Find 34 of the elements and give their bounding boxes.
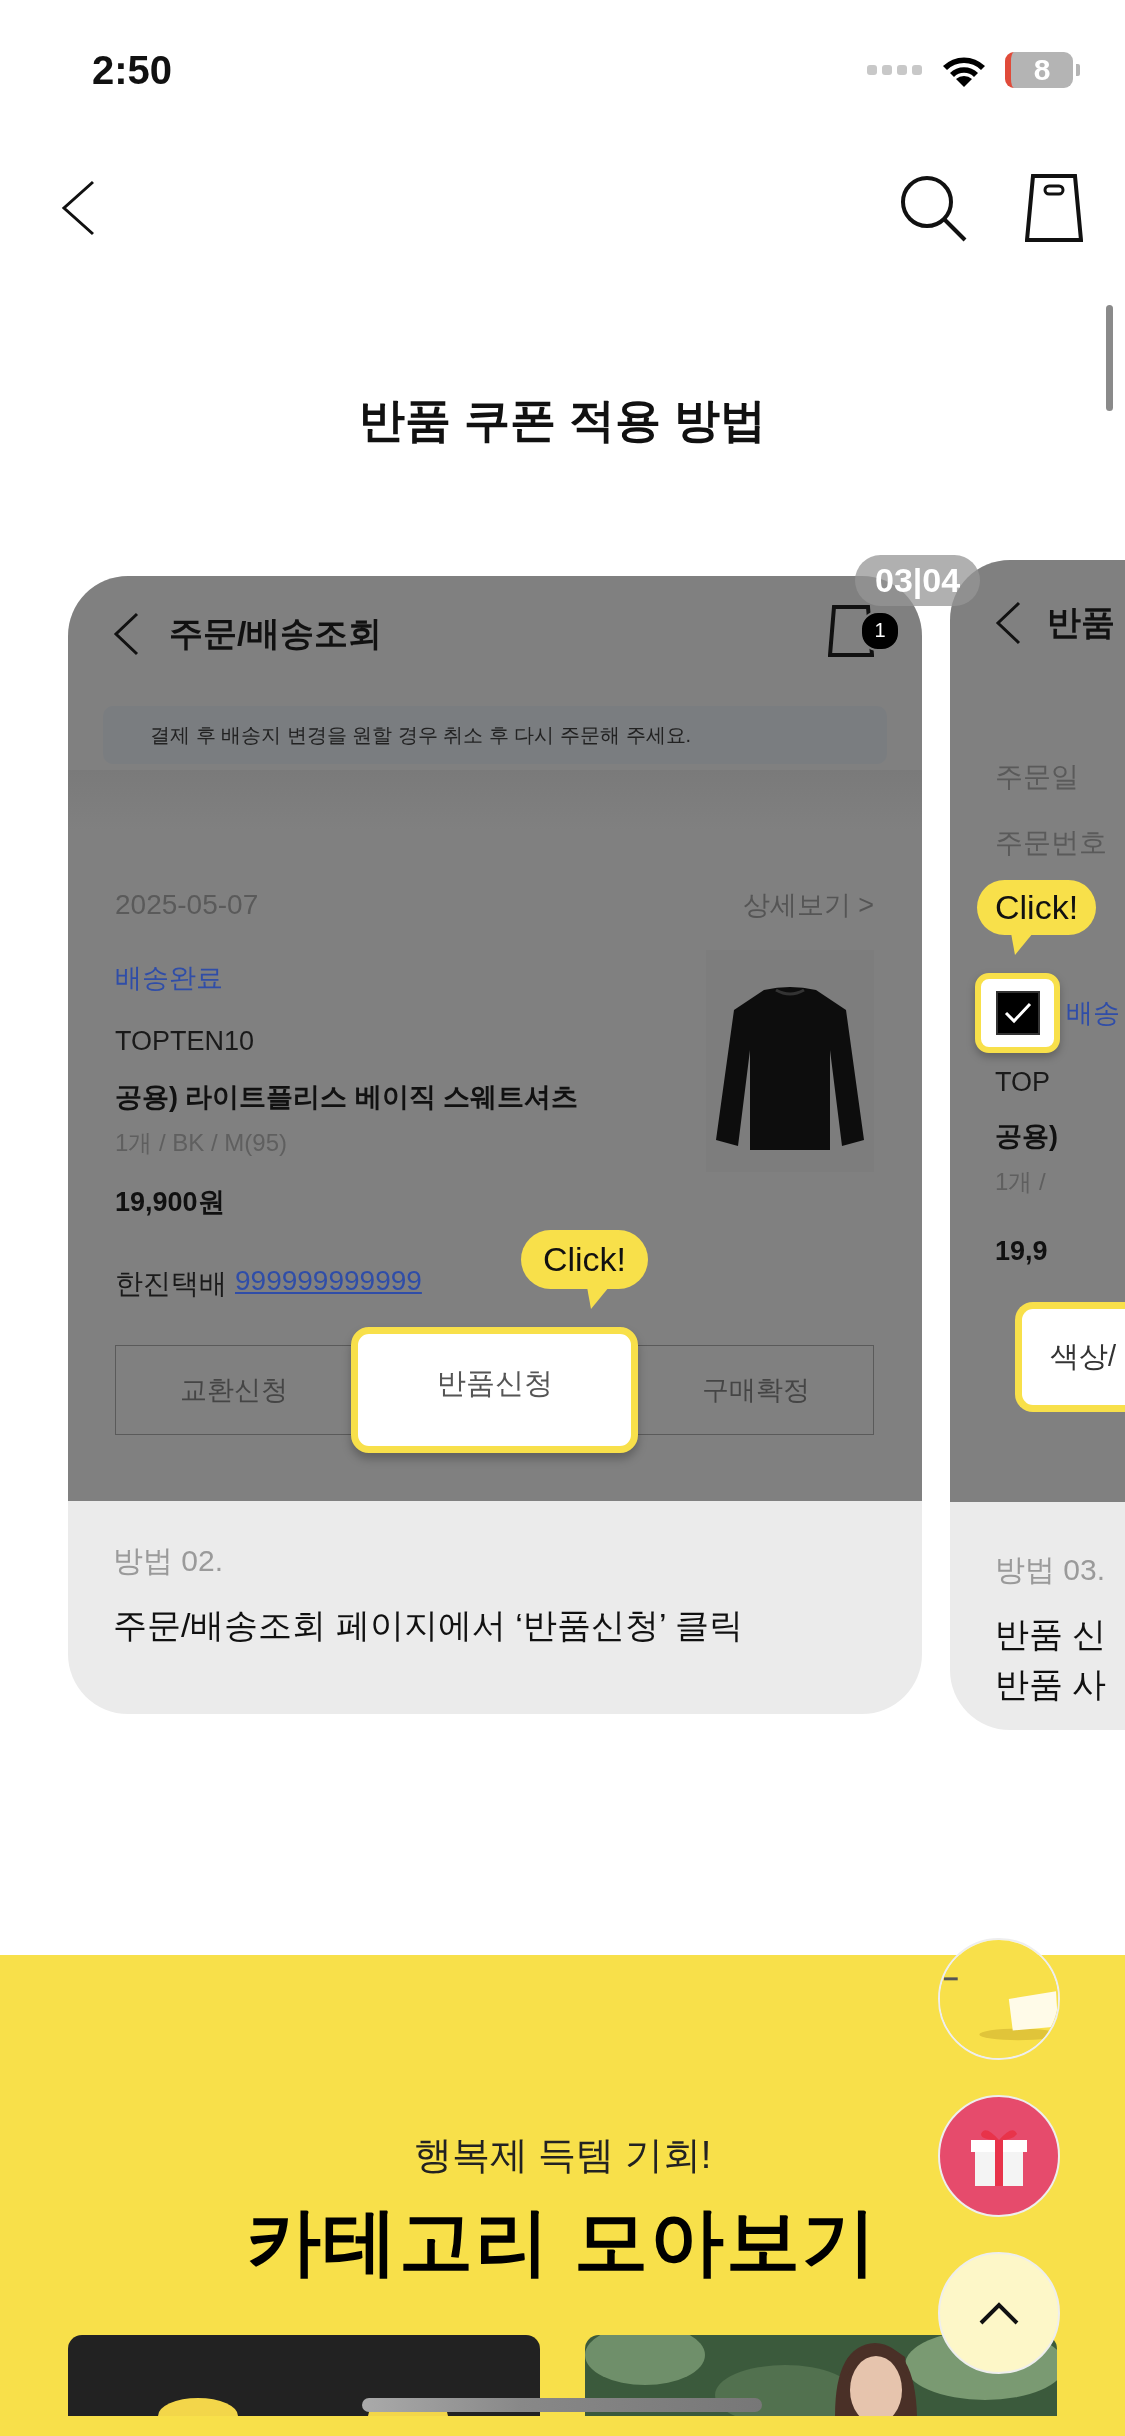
step-label: 방법 02.: [113, 1543, 225, 1579]
cart-badge: 1: [860, 610, 900, 651]
click-callout: Click!: [520, 1230, 648, 1289]
product-name: 공용) 라이트플리스 베이직 스웨트셔츠: [115, 1081, 579, 1114]
step-caption: 주문/배송조회 페이지에서 ‘반품신청’ 클릭: [113, 1605, 744, 1646]
promo-subtitle: 행복제 득템 기회!: [413, 2133, 712, 2178]
notice-banner: 결제 후 배송지 변경을 원할 경우 취소 후 다시 주문해 주세요.: [103, 706, 887, 764]
shopping-bag-icon[interactable]: [1025, 173, 1083, 242]
step-caption: 반품 사: [995, 1664, 1108, 1705]
status-time: 2:50: [92, 47, 173, 93]
battery-level: 8: [1005, 52, 1073, 88]
screen-title: 주문/배송조회: [169, 612, 383, 654]
chevron-up-icon: [979, 2301, 1019, 2325]
product-price: 19,900원: [115, 1186, 226, 1219]
back-icon: [995, 601, 1021, 645]
delivery-status: 배송: [1066, 997, 1120, 1030]
step-caption: 반품 신: [995, 1614, 1108, 1655]
courier-name: 한진택배: [115, 1267, 227, 1301]
slide-counter: 03|04: [855, 555, 981, 606]
promo-title: 카테고리 모아보기: [247, 2199, 878, 2285]
brand-name: TOPTEN10: [115, 1026, 256, 1057]
search-icon[interactable]: [899, 173, 967, 242]
back-icon: [113, 611, 139, 656]
screen-title: 반품: [1047, 602, 1115, 643]
step-label: 방법 03.: [995, 1552, 1107, 1588]
check-icon: [1002, 1001, 1033, 1025]
page-title: 반품 쿠폰 적용 방법: [358, 393, 767, 448]
product-price: 19,9: [995, 1236, 1049, 1267]
signal-icon: [867, 63, 923, 77]
brand-name: TOP: [995, 1067, 1051, 1098]
click-callout: Click!: [977, 880, 1097, 935]
back-icon[interactable]: [60, 179, 96, 236]
delivery-status: 배송완료: [115, 962, 224, 995]
product-name: 공용): [995, 1120, 1059, 1153]
